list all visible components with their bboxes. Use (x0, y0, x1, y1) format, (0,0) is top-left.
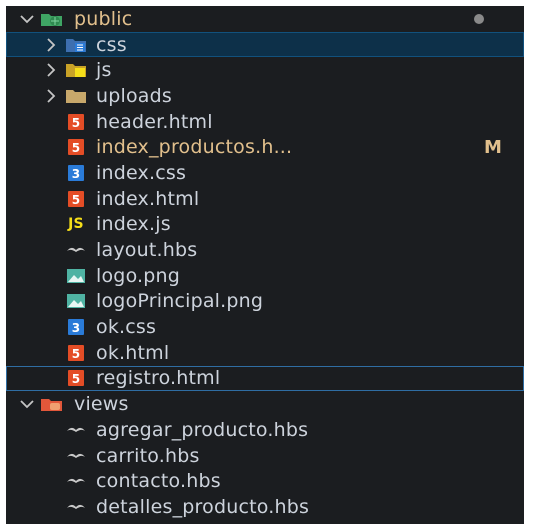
svg-text:3: 3 (72, 167, 81, 181)
css-file-icon: 3 (66, 164, 86, 182)
file-label: index_productos.h... (96, 136, 293, 159)
svg-text:5: 5 (72, 193, 81, 207)
html-file-icon: 5 (66, 113, 86, 131)
file-row[interactable]: logoPrincipal.png (6, 289, 524, 315)
handlebars-file-icon (66, 447, 86, 465)
file-row[interactable]: layout.hbs (6, 237, 524, 263)
file-row[interactable]: agregar_producto.hbs (6, 417, 524, 443)
file-row[interactable]: logo.png (6, 263, 524, 289)
modified-dot-icon (474, 13, 484, 24)
image-file-icon (66, 267, 86, 285)
file-label: layout.hbs (96, 239, 198, 262)
js-folder-icon (66, 61, 86, 79)
file-label: ok.css (96, 316, 157, 339)
file-label: registro.html (96, 367, 221, 390)
folder-label: js (96, 59, 112, 82)
svg-text:5: 5 (72, 347, 81, 361)
file-row[interactable]: carrito.hbs (6, 443, 524, 469)
folder-css[interactable]: css (6, 31, 524, 58)
file-row[interactable]: JS index.js (6, 212, 524, 238)
file-row[interactable]: 5 registro.html (6, 365, 524, 392)
folder-label: uploads (96, 84, 173, 107)
handlebars-file-icon (66, 241, 86, 259)
file-label: index.html (96, 187, 200, 210)
file-label: carrito.hbs (96, 444, 200, 467)
chevron-down-icon[interactable] (18, 395, 36, 413)
file-label: agregar_producto.hbs (96, 418, 309, 441)
file-row[interactable]: detalles_producto.hbs (6, 494, 524, 520)
folder-label: views (74, 393, 129, 416)
js-file-icon: JS (68, 216, 84, 233)
handlebars-file-icon (66, 472, 86, 490)
svg-text:5: 5 (72, 141, 81, 155)
file-label: ok.html (96, 341, 170, 364)
file-label: header.html (96, 110, 213, 133)
file-label: contacto.hbs (96, 470, 221, 493)
folder-views[interactable]: views (6, 391, 524, 417)
file-label: index.js (96, 213, 171, 236)
file-label: logo.png (96, 264, 181, 287)
file-row[interactable]: 5 ok.html (6, 340, 524, 366)
css-folder-icon (66, 36, 86, 54)
file-row[interactable]: 3 ok.css (6, 314, 524, 340)
html-file-icon: 5 (66, 190, 86, 208)
folder-public[interactable]: public (6, 6, 524, 32)
git-status-badge: M (484, 136, 503, 158)
chevron-right-icon[interactable] (42, 36, 60, 54)
file-explorer: public css js uploads 5 header.html 5 in… (6, 6, 524, 524)
file-label: logoPrincipal.png (96, 290, 264, 313)
views-folder-icon (40, 395, 64, 413)
file-row[interactable]: 3 index.css (6, 160, 524, 186)
folder-js[interactable]: js (6, 57, 524, 83)
chevron-right-icon[interactable] (42, 61, 60, 79)
svg-text:3: 3 (72, 321, 81, 335)
public-folder-icon (40, 10, 64, 28)
html-file-icon: 5 (66, 138, 86, 156)
file-label: detalles_producto.hbs (96, 495, 310, 518)
handlebars-file-icon (66, 421, 86, 439)
file-row[interactable]: 5 index.html (6, 186, 524, 212)
image-file-icon (66, 292, 86, 310)
file-label: index.css (96, 161, 187, 184)
chevron-right-icon[interactable] (42, 87, 60, 105)
folder-uploads[interactable]: uploads (6, 83, 524, 109)
chevron-down-icon[interactable] (18, 10, 36, 28)
html-file-icon: 5 (66, 369, 86, 387)
folder-label: css (96, 33, 127, 56)
file-row[interactable]: contacto.hbs (6, 468, 524, 494)
file-row[interactable]: 5 index_productos.h... M (6, 134, 524, 160)
svg-text:5: 5 (72, 116, 81, 130)
html-file-icon: 5 (66, 344, 86, 362)
handlebars-file-icon (66, 498, 86, 516)
folder-icon (66, 87, 86, 105)
svg-text:5: 5 (72, 372, 81, 386)
file-row[interactable]: 5 header.html (6, 109, 524, 135)
css-file-icon: 3 (66, 318, 86, 336)
folder-label: public (74, 7, 133, 30)
